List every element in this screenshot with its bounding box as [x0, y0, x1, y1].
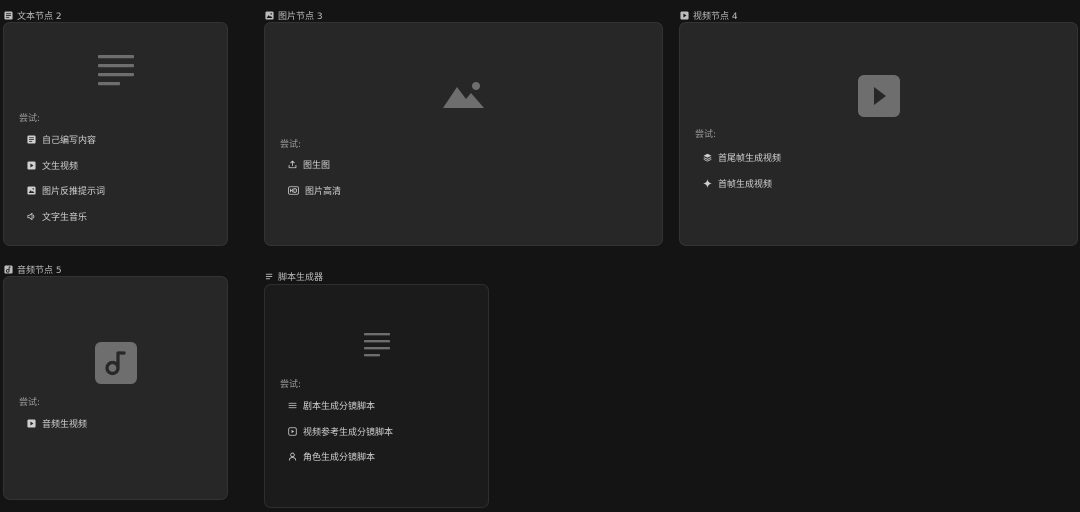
mountain-placeholder-icon	[443, 81, 485, 109]
video-play-icon	[680, 10, 689, 20]
text-node-card[interactable]: 尝试: 自己编写内容 文生视频 图片反推提示词 文字生音乐	[3, 22, 228, 246]
image-try-label: 尝试:	[280, 140, 302, 150]
video-node-title-label: 视频节点 4	[693, 11, 738, 22]
speaker-icon	[27, 212, 35, 220]
lines-icon	[265, 273, 273, 279]
audio-node-card[interactable]: 尝试: 音频生视频	[3, 276, 228, 500]
text-node-title: 文本节点 2	[4, 9, 62, 22]
option-label: 首尾帧生成视频	[718, 153, 782, 164]
option-video-ref-to-storyboard[interactable]: 视频参考生成分镜脚本	[288, 424, 393, 438]
option-label: 文生视频	[42, 161, 79, 172]
option-image-hd[interactable]: 图片高清	[288, 183, 341, 197]
option-write-own-content[interactable]: 自己编写内容	[27, 132, 96, 146]
script-node-card[interactable]: 尝试: 剧本生成分镜脚本 视频参考生成分镜脚本 角色生成分镜脚本	[264, 284, 489, 508]
user-icon	[288, 452, 297, 461]
image-node-card[interactable]: 尝试: 图生图 图片高清	[264, 22, 663, 246]
text-node-title-label: 文本节点 2	[17, 11, 62, 22]
menu-lines-icon	[288, 402, 297, 408]
music-note-icon	[4, 264, 13, 274]
option-label: 自己编写内容	[42, 135, 97, 146]
text-placeholder-icon	[98, 54, 134, 86]
script-placeholder-icon	[364, 333, 390, 357]
option-label: 首帧生成视频	[718, 179, 773, 190]
audio-try-label: 尝试:	[19, 398, 41, 408]
script-node-title: 脚本生成器	[265, 270, 324, 283]
sparkle-icon	[703, 178, 712, 188]
layers-icon	[703, 153, 712, 162]
option-label: 视频参考生成分镜脚本	[303, 427, 394, 438]
upload-icon	[288, 160, 297, 168]
option-first-last-frame-video[interactable]: 首尾帧生成视频	[703, 150, 781, 164]
option-label: 剧本生成分镜脚本	[303, 401, 376, 412]
option-text-to-video[interactable]: 文生视频	[27, 158, 78, 172]
music-placeholder-icon	[95, 342, 137, 384]
option-character-to-storyboard[interactable]: 角色生成分镜脚本	[288, 449, 375, 463]
audio-node-title-label: 音频节点 5	[17, 265, 62, 276]
video-node-title: 视频节点 4	[680, 9, 738, 22]
option-first-frame-video[interactable]: 首帧生成视频	[703, 176, 772, 190]
option-label: 图片反推提示词	[42, 186, 106, 197]
hd-icon	[288, 185, 299, 195]
option-image-reverse-prompt[interactable]: 图片反推提示词	[27, 183, 105, 197]
option-image-to-image[interactable]: 图生图	[288, 157, 330, 171]
video-play-icon	[27, 160, 36, 170]
video-try-label: 尝试:	[695, 130, 717, 140]
image-node-title-label: 图片节点 3	[278, 11, 323, 22]
document-icon	[27, 134, 36, 144]
option-label: 音频生视频	[42, 419, 88, 430]
image-icon	[265, 10, 274, 20]
video-outline-icon	[288, 426, 297, 436]
option-label: 文字生音乐	[42, 212, 88, 223]
option-label: 图生图	[303, 160, 331, 171]
option-label: 图片高清	[305, 186, 342, 197]
image-icon	[27, 185, 36, 195]
image-node-title: 图片节点 3	[265, 9, 323, 22]
text-try-label: 尝试:	[19, 114, 41, 124]
option-text-to-music[interactable]: 文字生音乐	[27, 209, 87, 223]
option-audio-to-video[interactable]: 音频生视频	[27, 416, 87, 430]
option-label: 角色生成分镜脚本	[303, 452, 376, 463]
script-node-title-label: 脚本生成器	[278, 272, 324, 283]
script-try-label: 尝试:	[280, 380, 302, 390]
video-node-card[interactable]: 尝试: 首尾帧生成视频 首帧生成视频	[679, 22, 1078, 246]
option-script-to-storyboard[interactable]: 剧本生成分镜脚本	[288, 398, 375, 412]
play-placeholder-icon	[858, 75, 900, 117]
audio-node-title: 音频节点 5	[4, 263, 62, 276]
text-doc-icon	[4, 10, 13, 20]
video-play-icon	[27, 418, 36, 428]
